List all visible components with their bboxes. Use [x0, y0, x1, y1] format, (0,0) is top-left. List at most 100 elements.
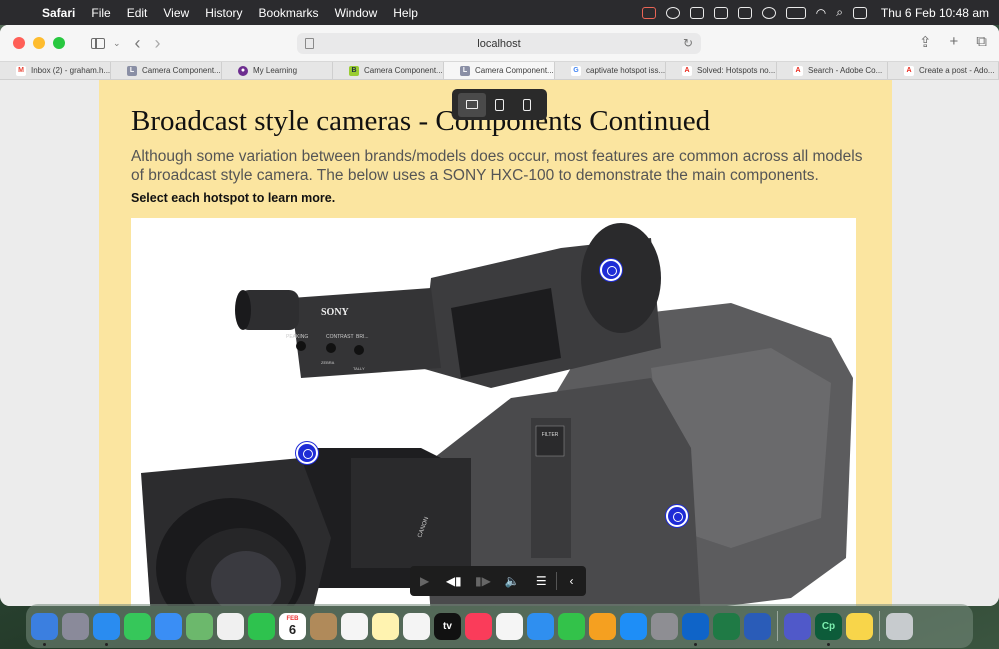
collapse-playbar-icon[interactable]: ‹: [557, 574, 586, 588]
wifi-icon[interactable]: ◠: [816, 6, 826, 20]
reload-icon[interactable]: ↻: [683, 36, 693, 50]
url-text[interactable]: localhost: [477, 38, 520, 50]
tab-adobe-solved[interactable]: A Solved: Hotspots no...: [666, 62, 777, 79]
pages-icon[interactable]: [589, 612, 616, 640]
web-content: Broadcast style cameras - Components Con…: [0, 80, 999, 606]
dropbox-status-icon[interactable]: [641, 6, 656, 19]
new-tab-icon[interactable]: +: [950, 33, 959, 51]
share-icon[interactable]: ⇪: [919, 33, 932, 51]
menu-history[interactable]: History: [197, 6, 250, 20]
tab-google-search[interactable]: G captivate hotspot iss...: [555, 62, 666, 79]
tablet-preview-button[interactable]: [486, 93, 514, 117]
menu-bar: Safari File Edit View History Bookmarks …: [0, 0, 999, 25]
reminders-icon[interactable]: [341, 612, 368, 640]
play-status-icon[interactable]: [761, 6, 776, 19]
previous-slide-button[interactable]: ◀▮: [439, 574, 468, 588]
back-button[interactable]: ‹: [135, 33, 141, 54]
photos-icon[interactable]: [217, 612, 244, 640]
apple-tv-icon[interactable]: tv: [434, 612, 461, 640]
volume-icon[interactable]: 🔈: [498, 574, 527, 588]
safari-icon[interactable]: [93, 612, 120, 646]
search-icon[interactable]: ⌕: [836, 5, 843, 20]
app-store-icon[interactable]: [620, 612, 647, 640]
captivate-icon[interactable]: Cp: [815, 612, 842, 646]
outlook-icon[interactable]: [682, 612, 709, 646]
lms-favicon-icon: L: [460, 65, 470, 76]
menu-help[interactable]: Help: [385, 6, 426, 20]
close-window-button[interactable]: [13, 37, 25, 49]
menu-window[interactable]: Window: [327, 6, 386, 20]
music-icon[interactable]: [465, 612, 492, 640]
menu-app-name[interactable]: Safari: [34, 6, 83, 20]
excel-icon[interactable]: [713, 612, 740, 640]
notes-icon[interactable]: [372, 612, 399, 640]
phone-rotate-preview-button[interactable]: [513, 93, 541, 117]
menu-bookmarks[interactable]: Bookmarks: [251, 6, 327, 20]
desktop-preview-button[interactable]: [458, 92, 486, 117]
tab-my-learning[interactable]: ● My Learning: [222, 62, 333, 79]
hotspot-lens[interactable]: [296, 442, 318, 464]
tab-adobe-create-post[interactable]: A Create a post - Ado...: [888, 62, 999, 79]
calendar-icon[interactable]: FEB 6: [279, 612, 306, 640]
zoom-window-button[interactable]: [53, 37, 65, 49]
captivate-label: Cp: [821, 620, 836, 632]
b-favicon-icon: B: [349, 65, 359, 76]
maps-icon[interactable]: [186, 612, 213, 640]
tab-label: Create a post - Ado...: [919, 66, 995, 75]
menu-view[interactable]: View: [155, 6, 197, 20]
control-center-icon[interactable]: [852, 6, 867, 19]
hotspot-viewfinder[interactable]: [600, 259, 622, 281]
facetime-icon[interactable]: [248, 612, 275, 640]
next-slide-button[interactable]: ▮▶: [468, 574, 497, 588]
tab-bar: M Inbox (2) - graham.h... L Camera Compo…: [0, 61, 999, 80]
tab-camera-components-active[interactable]: L Camera Component...: [444, 62, 555, 79]
learning-favicon-icon: ●: [238, 65, 248, 76]
tab-label: Camera Component...: [142, 66, 221, 75]
tab-overview-icon[interactable]: ⧉: [976, 33, 987, 51]
teams-icon[interactable]: [784, 612, 811, 640]
word-icon[interactable]: [744, 612, 771, 640]
menu-file[interactable]: File: [83, 6, 118, 20]
menu-edit[interactable]: Edit: [119, 6, 156, 20]
menu-bar-clock[interactable]: Thu 6 Feb 10:48 am: [881, 6, 989, 20]
filter-panel-label: FILTER: [542, 432, 559, 438]
creative-cloud-status-icon[interactable]: [665, 6, 680, 19]
chevron-down-icon[interactable]: ⌄: [113, 38, 121, 49]
minimize-window-button[interactable]: [33, 37, 45, 49]
peaking-label: PEAKING: [286, 334, 308, 340]
shield-status-icon[interactable]: [689, 6, 704, 19]
tab-label: My Learning: [253, 66, 298, 75]
contrast-label: CONTRAST: [326, 334, 354, 340]
keynote-icon[interactable]: [527, 612, 554, 640]
screen-mirroring-icon[interactable]: [737, 6, 752, 19]
desktop-icon: [465, 100, 478, 109]
adobe-favicon-icon: A: [682, 65, 692, 76]
tab-label: Camera Component...: [475, 66, 554, 75]
sidebar-toggle-icon[interactable]: [91, 37, 105, 49]
address-bar[interactable]: localhost ↻: [297, 33, 701, 54]
tab-label: Inbox (2) - graham.h...: [31, 66, 111, 75]
display-status-icon[interactable]: [713, 6, 728, 19]
launchpad-icon[interactable]: [62, 612, 89, 640]
tab-adobe-search[interactable]: A Search - Adobe Co...: [777, 62, 888, 79]
messages-icon[interactable]: [124, 612, 151, 640]
news-icon[interactable]: [496, 612, 523, 640]
numbers-icon[interactable]: [558, 612, 585, 640]
system-settings-icon[interactable]: [651, 612, 678, 640]
finder-icon[interactable]: [31, 612, 58, 646]
tips-icon[interactable]: [846, 612, 873, 640]
mail-icon[interactable]: [155, 612, 182, 640]
battery-icon[interactable]: [785, 6, 806, 19]
forward-button[interactable]: ›: [155, 33, 161, 54]
hotspot-body[interactable]: [666, 505, 688, 527]
freeform-icon[interactable]: [403, 612, 430, 640]
dock: FEB 6 tv Cp: [26, 604, 973, 648]
page-settings-icon[interactable]: [305, 38, 314, 49]
play-button[interactable]: ▶: [410, 574, 439, 588]
tab-gmail[interactable]: M Inbox (2) - graham.h...: [0, 62, 111, 79]
tab-camera-components-1[interactable]: L Camera Component...: [111, 62, 222, 79]
table-of-contents-icon[interactable]: ☰: [527, 574, 556, 588]
contacts-icon[interactable]: [310, 612, 337, 640]
tab-camera-components-2[interactable]: B Camera Component...: [333, 62, 444, 79]
trash-icon[interactable]: [886, 612, 913, 640]
